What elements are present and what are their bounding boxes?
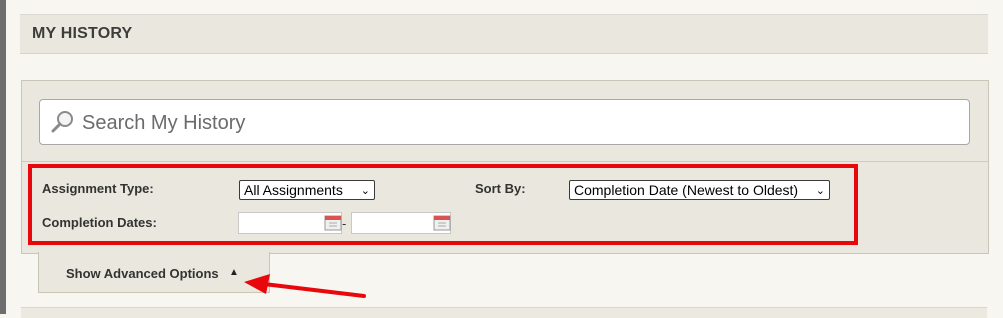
calendar-icon[interactable] <box>324 215 342 231</box>
completion-dates-label: Completion Dates: <box>42 215 157 230</box>
date-separator: - <box>342 216 347 231</box>
show-advanced-options-tab[interactable]: Show Advanced Options ▲ <box>38 252 270 293</box>
search-placeholder: Search My History <box>82 112 246 134</box>
assignment-type-label: Assignment Type: <box>42 181 154 196</box>
chevron-down-icon: ⌄ <box>815 185 825 197</box>
search-panel: Search My History Assignment Type: All A… <box>21 80 989 254</box>
left-edge-bar <box>0 0 6 314</box>
sort-by-select[interactable]: Completion Date (Newest to Oldest) ⌄ <box>569 180 830 200</box>
sort-by-label: Sort By: <box>475 181 526 196</box>
assignment-type-value: All Assignments <box>244 182 343 198</box>
show-advanced-options-label: Show Advanced Options <box>66 266 219 281</box>
date-from-input[interactable] <box>238 212 342 234</box>
section-header: MY HISTORY <box>20 14 988 54</box>
page-title: MY HISTORY <box>32 25 133 42</box>
chevron-down-icon: ⌄ <box>360 185 370 197</box>
search-icon <box>51 111 73 133</box>
sort-by-value: Completion Date (Newest to Oldest) <box>574 182 799 198</box>
arrow-annotation <box>244 274 366 298</box>
calendar-icon[interactable] <box>433 215 451 231</box>
caret-up-icon: ▲ <box>229 267 239 278</box>
assignment-type-select[interactable]: All Assignments ⌄ <box>239 180 375 200</box>
filters-highlight-box: Assignment Type: All Assignments ⌄ Sort … <box>28 164 858 245</box>
panel-divider <box>22 161 988 162</box>
date-to-input[interactable] <box>351 212 451 234</box>
search-input[interactable]: Search My History <box>39 99 970 145</box>
bottom-strip <box>21 307 987 318</box>
